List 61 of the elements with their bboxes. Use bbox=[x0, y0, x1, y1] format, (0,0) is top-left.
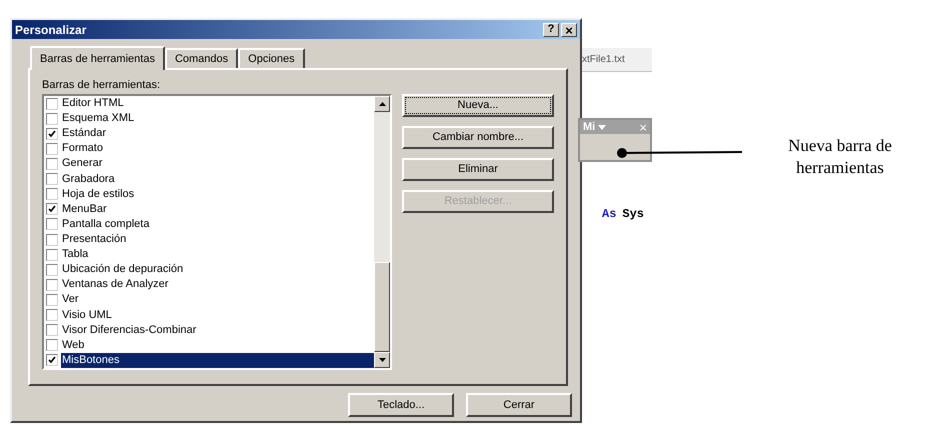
checkbox[interactable] bbox=[46, 218, 58, 230]
checkbox[interactable] bbox=[46, 142, 58, 155]
list-item[interactable]: MenuBar bbox=[61, 202, 374, 217]
file-tab[interactable]: xtFile1.txt bbox=[582, 52, 625, 67]
list-item[interactable]: Generar bbox=[61, 156, 374, 172]
dialog-button[interactable]: Eliminar bbox=[402, 158, 554, 181]
checkbox[interactable] bbox=[46, 354, 58, 366]
checkbox[interactable] bbox=[46, 234, 58, 246]
toolbar-title: Mi bbox=[583, 122, 596, 132]
list-item[interactable]: Grabadora bbox=[61, 172, 374, 187]
checkbox[interactable] bbox=[46, 173, 58, 186]
checkbox[interactable] bbox=[46, 248, 58, 261]
help-button[interactable]: ? bbox=[543, 22, 559, 36]
tab[interactable]: Comandos bbox=[164, 48, 238, 68]
list-item[interactable]: Formato bbox=[61, 141, 374, 156]
list-item[interactable]: Estándar bbox=[61, 126, 374, 142]
checkmark-icon bbox=[48, 205, 56, 214]
checkbox[interactable] bbox=[46, 309, 58, 322]
list-item[interactable]: Tabla bbox=[61, 247, 374, 262]
checkbox[interactable] bbox=[46, 324, 58, 336]
dropdown-icon[interactable] bbox=[598, 124, 606, 130]
checkbox[interactable] bbox=[46, 188, 58, 200]
tab[interactable]: Barras de herramientas bbox=[30, 46, 165, 70]
annotation-text: Nueva barra de herramientas bbox=[787, 135, 893, 179]
dialog-button[interactable]: Cambiar nombre... bbox=[402, 126, 554, 149]
checkbox[interactable] bbox=[46, 264, 58, 276]
checkmark-icon bbox=[48, 356, 56, 364]
list-item[interactable]: Web bbox=[61, 338, 374, 353]
list-item[interactable]: Presentación bbox=[61, 232, 374, 248]
window-title: Personalizar bbox=[15, 22, 88, 38]
list-item[interactable]: Editor HTML bbox=[61, 96, 374, 112]
list-item[interactable]: Pantalla completa bbox=[61, 216, 374, 232]
checkmark-icon bbox=[48, 130, 56, 138]
list-item[interactable]: Visio UML bbox=[61, 308, 374, 323]
code-token: As bbox=[602, 206, 616, 223]
list-item[interactable]: Hoja de estilos bbox=[61, 186, 374, 202]
scrollbar[interactable] bbox=[374, 96, 390, 368]
list-item[interactable]: Visor Diferencias-Combinar bbox=[61, 322, 374, 338]
checkbox[interactable] bbox=[46, 112, 58, 125]
checkbox[interactable] bbox=[46, 158, 58, 170]
dialog-button[interactable]: Teclado... bbox=[348, 393, 454, 417]
list-item[interactable]: Ver bbox=[61, 292, 374, 308]
list-item[interactable]: Esquema XML bbox=[61, 111, 374, 126]
scroll-down-icon bbox=[378, 358, 386, 362]
tab[interactable]: Opciones bbox=[238, 48, 305, 68]
list-item[interactable]: Ubicación de depuración bbox=[61, 262, 374, 278]
checkbox[interactable] bbox=[46, 294, 58, 306]
checkbox[interactable] bbox=[46, 203, 58, 216]
list-item[interactable]: MisBotones bbox=[61, 352, 374, 368]
scroll-up-icon bbox=[378, 102, 386, 106]
checkbox[interactable] bbox=[46, 278, 58, 291]
list-item[interactable]: Ventanas de Analyzer bbox=[61, 277, 374, 292]
checkbox[interactable] bbox=[46, 98, 58, 110]
dialog-button[interactable]: Cerrar bbox=[466, 393, 572, 417]
dialog-button[interactable]: Nueva... bbox=[402, 94, 554, 117]
list-label: Barras de herramientas: bbox=[42, 78, 161, 92]
checkbox[interactable] bbox=[46, 339, 58, 352]
scroll-thumb[interactable] bbox=[374, 262, 390, 352]
close-button[interactable]: × bbox=[561, 22, 577, 36]
checkbox[interactable] bbox=[46, 128, 58, 140]
code-token: Sys bbox=[622, 206, 644, 223]
